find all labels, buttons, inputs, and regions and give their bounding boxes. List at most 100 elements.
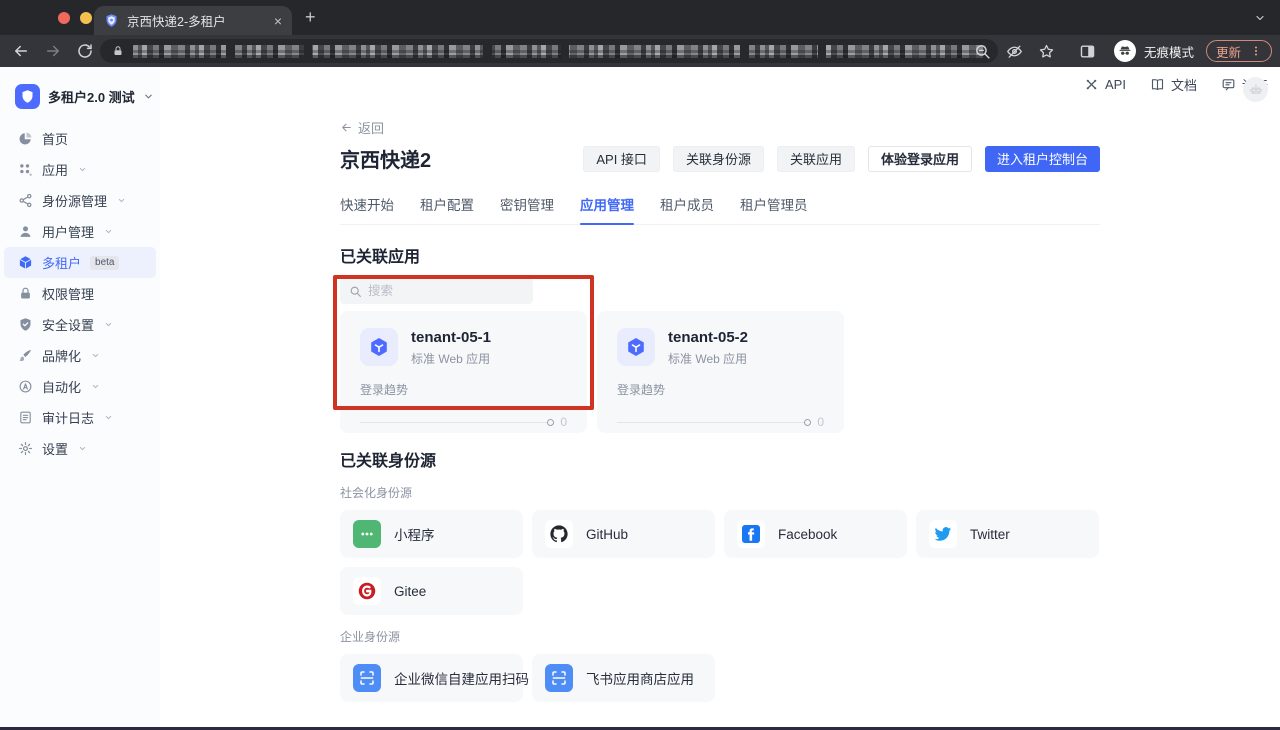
browser-forward-button[interactable] [44, 42, 62, 60]
tab-item[interactable]: 快速开始 [340, 194, 394, 224]
redacted-url[interactable] [133, 45, 986, 58]
lock-icon [18, 286, 33, 301]
browser-back-button[interactable] [12, 42, 30, 60]
sidebar-item[interactable]: 应用 [0, 154, 160, 185]
shield-favicon-icon [20, 89, 35, 104]
browser-reload-button[interactable] [76, 42, 94, 60]
app-type: 标准 Web 应用 [411, 350, 491, 367]
idp-logo [737, 520, 765, 548]
chevron-down-icon [78, 165, 87, 174]
tab-item[interactable]: 密钥管理 [500, 194, 554, 224]
sidebar-nav: 首页 应用 身份源管理 [0, 123, 160, 464]
zoom-icon[interactable] [974, 43, 991, 60]
top-utility-bar: API 文档 论坛 [1084, 75, 1268, 94]
tab-search-chevron[interactable] [1254, 12, 1266, 24]
idp-card[interactable]: 飞书应用商店应用 [532, 654, 715, 702]
app-search-box[interactable] [340, 278, 533, 304]
idp-label: Gitee [394, 584, 426, 599]
utility-link[interactable]: API [1084, 77, 1126, 92]
idp-card[interactable]: Gitee [340, 567, 523, 615]
idp-card[interactable]: Twitter [916, 510, 1099, 558]
utility-link-label: 文档 [1171, 75, 1197, 94]
shield-check-icon [18, 317, 33, 332]
action-button[interactable]: API 接口 [583, 146, 660, 172]
sidebar-item[interactable]: 首页 [0, 123, 160, 154]
side-panel-icon[interactable] [1079, 43, 1096, 60]
sidebar-item[interactable]: 审计日志 [0, 402, 160, 433]
tab-item[interactable]: 租户配置 [420, 194, 474, 224]
sidebar-item[interactable]: 权限管理 [0, 278, 160, 309]
ssl-lock-icon[interactable] [112, 45, 124, 57]
main-area: API 文档 论坛 返回 京西快递2 [160, 67, 1280, 727]
app-search-input[interactable] [368, 284, 524, 298]
action-button[interactable]: 关联应用 [777, 146, 855, 172]
action-button[interactable]: 体验登录应用 [868, 146, 972, 172]
app-card[interactable]: tenant-05-1 标准 Web 应用 登录趋势 0 [340, 311, 587, 433]
idp-card[interactable]: 企业微信自建应用扫码 [340, 654, 523, 702]
address-bar[interactable] [100, 39, 998, 63]
apps-grid-icon [18, 162, 33, 177]
new-tab-button[interactable]: + [305, 6, 316, 28]
browser-update-button[interactable]: 更新 [1206, 40, 1272, 62]
sidebar-item-label: 自动化 [42, 377, 81, 396]
workspace-selector[interactable]: 多租户2.0 测试 [0, 67, 160, 109]
page-content: 返回 京西快递2 API 接口 关联身份源 关联应用 体验登录应用 进入租户控制… [160, 67, 1100, 702]
sidebar-item-label: 身份源管理 [42, 191, 107, 210]
trend-label: 登录趋势 [360, 381, 567, 398]
sidebar-item[interactable]: 自动化 [0, 371, 160, 402]
idp-label: Twitter [970, 527, 1010, 542]
sidebar-item[interactable]: 多租户 beta [4, 247, 156, 278]
action-buttons: API 接口 关联身份源 关联应用 体验登录应用 进入租户控制台 [583, 146, 1100, 172]
incognito-icon [1118, 44, 1132, 58]
linked-apps-heading: 已关联应用 [340, 243, 1100, 267]
user-avatar[interactable] [1243, 77, 1268, 102]
browser-menu-icon[interactable] [1250, 45, 1262, 57]
sidebar-item-label: 品牌化 [42, 346, 81, 365]
sidebar-item[interactable]: 品牌化 [0, 340, 160, 371]
idp-card[interactable]: GitHub [532, 510, 715, 558]
tab-close-icon[interactable]: × [274, 14, 282, 28]
close-window-button[interactable] [58, 12, 70, 24]
search-icon [349, 285, 362, 298]
browser-tab[interactable]: 京西快递2-多租户 × [94, 6, 292, 35]
idp-label: 企业微信自建应用扫码 [394, 668, 529, 688]
sidebar-item-label: 审计日志 [42, 408, 94, 427]
app-card[interactable]: tenant-05-2 标准 Web 应用 登录趋势 0 [597, 311, 844, 433]
sidebar-item[interactable]: 身份源管理 [0, 185, 160, 216]
page-tabs: 快速开始 租户配置 密钥管理 应用管理 租户成员 租户管理员 [340, 194, 1100, 225]
idp-logo [353, 577, 381, 605]
sidebar-item[interactable]: 安全设置 [0, 309, 160, 340]
sidebar-item[interactable]: 用户管理 [0, 216, 160, 247]
idp-logo [353, 664, 381, 692]
idp-label: Facebook [778, 527, 837, 542]
eye-off-icon[interactable] [1006, 43, 1023, 60]
idp-label: 飞书应用商店应用 [586, 668, 694, 688]
action-button[interactable]: 进入租户控制台 [985, 146, 1100, 172]
workspace-logo [15, 84, 40, 109]
minimize-window-button[interactable] [80, 12, 92, 24]
qr-scan-icon [353, 664, 381, 692]
tab-item[interactable]: 应用管理 [580, 194, 634, 224]
incognito-avatar[interactable] [1114, 40, 1136, 62]
bookmark-star-icon[interactable] [1038, 43, 1055, 60]
action-button[interactable]: 关联身份源 [673, 146, 764, 172]
chevron-down-icon [104, 320, 113, 329]
idp-card[interactable]: Facebook [724, 510, 907, 558]
twitter-icon [929, 520, 957, 548]
idp-card[interactable]: 小程序 [340, 510, 523, 558]
sidebar-item-label: 权限管理 [42, 284, 94, 303]
brush-icon [18, 348, 33, 363]
tab-item[interactable]: 租户成员 [660, 194, 714, 224]
utility-link[interactable]: 文档 [1150, 75, 1197, 94]
back-link[interactable]: 返回 [340, 118, 384, 137]
browser-chrome: 京西快递2-多租户 × + 无痕模式 更新 [0, 0, 1280, 67]
sidebar: 多租户2.0 测试 首页 应用 [0, 67, 160, 727]
gitee-icon [353, 577, 381, 605]
update-label: 更新 [1216, 42, 1241, 61]
sidebar-item[interactable]: 设置 [0, 433, 160, 464]
sidebar-item-label: 设置 [42, 439, 68, 458]
tab-item[interactable]: 租户管理员 [740, 194, 808, 224]
chevron-down-icon [117, 196, 126, 205]
app-name: tenant-05-1 [411, 329, 491, 346]
tenant-cube-icon [18, 255, 33, 270]
